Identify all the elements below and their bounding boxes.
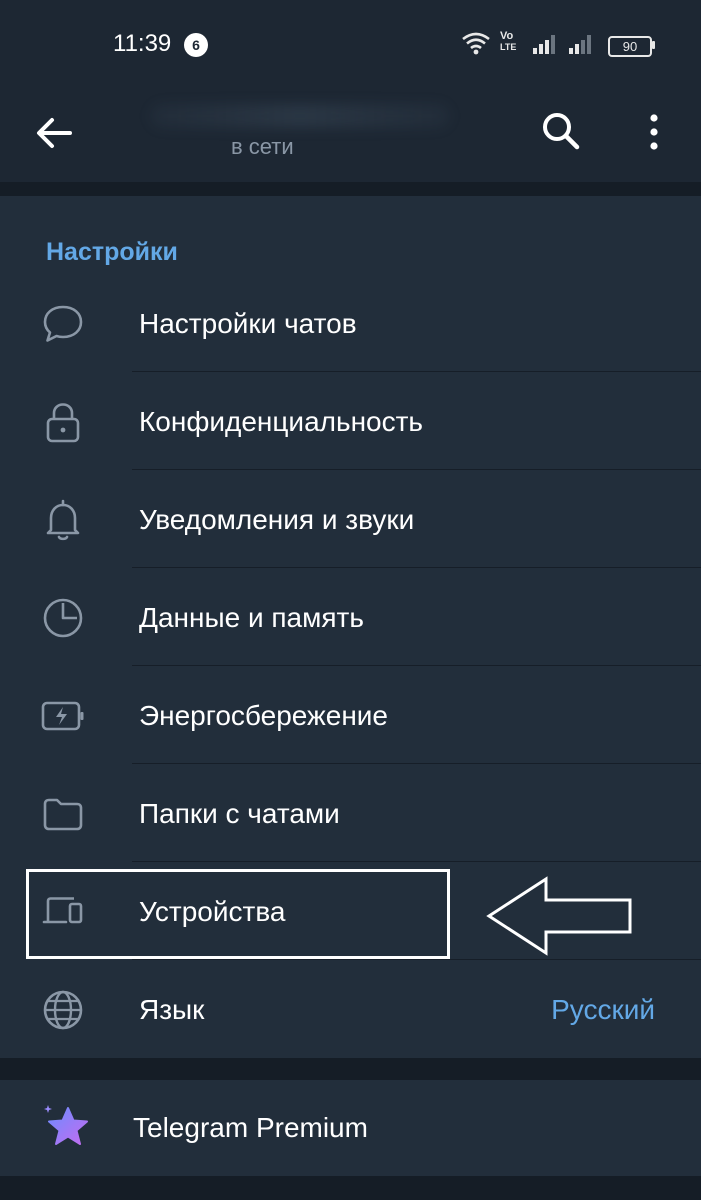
bell-icon [46,499,80,541]
premium-label: Telegram Premium [133,1112,368,1143]
settings-item-label: Энергосбережение [139,700,389,731]
settings-item-data-storage[interactable]: Данные и память [0,568,701,666]
settings-item-label: Конфиденциальность [139,406,424,437]
volte-bottom-label: LTE [500,42,517,52]
more-vertical-icon [650,114,658,150]
highlight-box [26,869,450,959]
settings-item-language[interactable]: Язык Русский [0,960,701,1058]
language-value: Русский [551,994,655,1025]
settings-item-label: Данные и память [139,602,364,633]
globe-icon [43,990,83,1030]
signal-secondary-icon [569,35,591,54]
signal-icon [533,35,555,54]
section-gap [0,182,701,196]
section-title: Настройки [46,238,178,266]
battery-tip [652,41,655,49]
settings-item-label: Уведомления и звуки [139,504,415,535]
search-button[interactable] [536,106,586,156]
online-status: в сети [231,134,294,159]
settings-item-label: Настройки чатов [139,308,357,339]
settings-item-power-saving[interactable]: Энергосбережение [0,666,701,764]
lock-icon [46,403,80,443]
pie-chart-icon [43,598,83,638]
status-time: 11:39 [113,30,172,57]
status-bar: 11:39 6 Vo LTE 90 [0,0,701,88]
notification-badge: 6 [184,33,208,57]
more-options-button[interactable] [632,106,676,160]
wifi-icon [462,32,490,55]
blurred-profile-name [150,104,450,128]
arrow-left-icon [37,118,72,148]
chat-bubble-icon [43,305,83,342]
settings-item-chat-settings[interactable]: Настройки чатов [0,274,701,372]
volte-top-label: Vo [500,30,514,42]
premium-star-icon [44,1105,88,1145]
volte-icon: Vo LTE [500,31,526,55]
settings-item-privacy[interactable]: Конфиденциальность [0,372,701,470]
section-gap [0,1176,701,1200]
pointer-arrow-icon [486,876,632,956]
back-button[interactable] [28,106,82,160]
search-icon [543,113,580,150]
settings-item-telegram-premium[interactable]: Telegram Premium [0,1080,701,1176]
settings-item-label: Папки с чатами [139,798,340,829]
settings-item-label: Язык [139,994,205,1025]
app-header: в сети [0,88,701,182]
section-gap [0,1058,701,1080]
battery-bolt-icon [41,701,84,731]
battery-icon: 90 [608,36,652,57]
settings-item-notifications[interactable]: Уведомления и звуки [0,470,701,568]
settings-item-chat-folders[interactable]: Папки с чатами [0,764,701,862]
folder-icon [43,798,83,831]
